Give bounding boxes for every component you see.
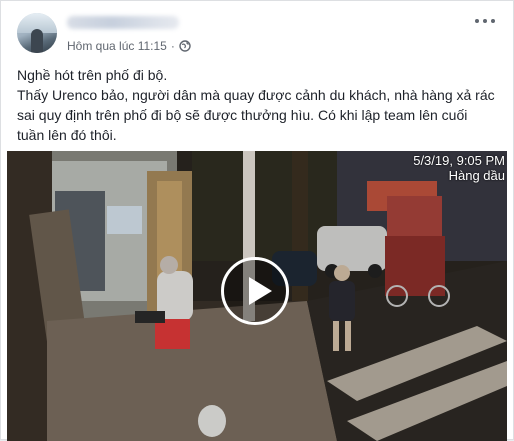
video-sign-text: Hàng dầu [448,168,505,183]
post-card: Hôm qua lúc 11:15 · Nghề hót trên phố đi… [0,0,514,441]
video-player[interactable]: 5/3/19, 9:05 PM Hàng dầu [7,151,507,441]
video-timestamp-overlay: 5/3/19, 9:05 PM Hàng dầu [413,153,505,183]
video-date: 5/3/19, 9:05 PM [413,153,505,168]
more-dot [483,19,487,23]
more-dot [491,19,495,23]
meta-separator: · [170,39,175,53]
post-timestamp[interactable]: Hôm qua lúc 11:15 [67,39,167,53]
post-text-line: Thấy Urenco bảo, người dân mà quay được … [17,87,495,143]
post-meta: Hôm qua lúc 11:15 · [67,39,191,53]
more-options-icon[interactable] [475,15,495,27]
play-icon[interactable] [221,257,289,325]
globe-icon[interactable] [179,40,191,52]
post-text-line: Nghề hót trên phố đi bộ. [17,67,168,83]
more-dot [475,19,479,23]
post-text: Nghề hót trên phố đi bộ. Thấy Urenco bảo… [17,65,497,145]
avatar[interactable] [17,13,57,53]
avatar-figure [31,29,43,53]
author-name-blurred[interactable] [67,16,179,29]
